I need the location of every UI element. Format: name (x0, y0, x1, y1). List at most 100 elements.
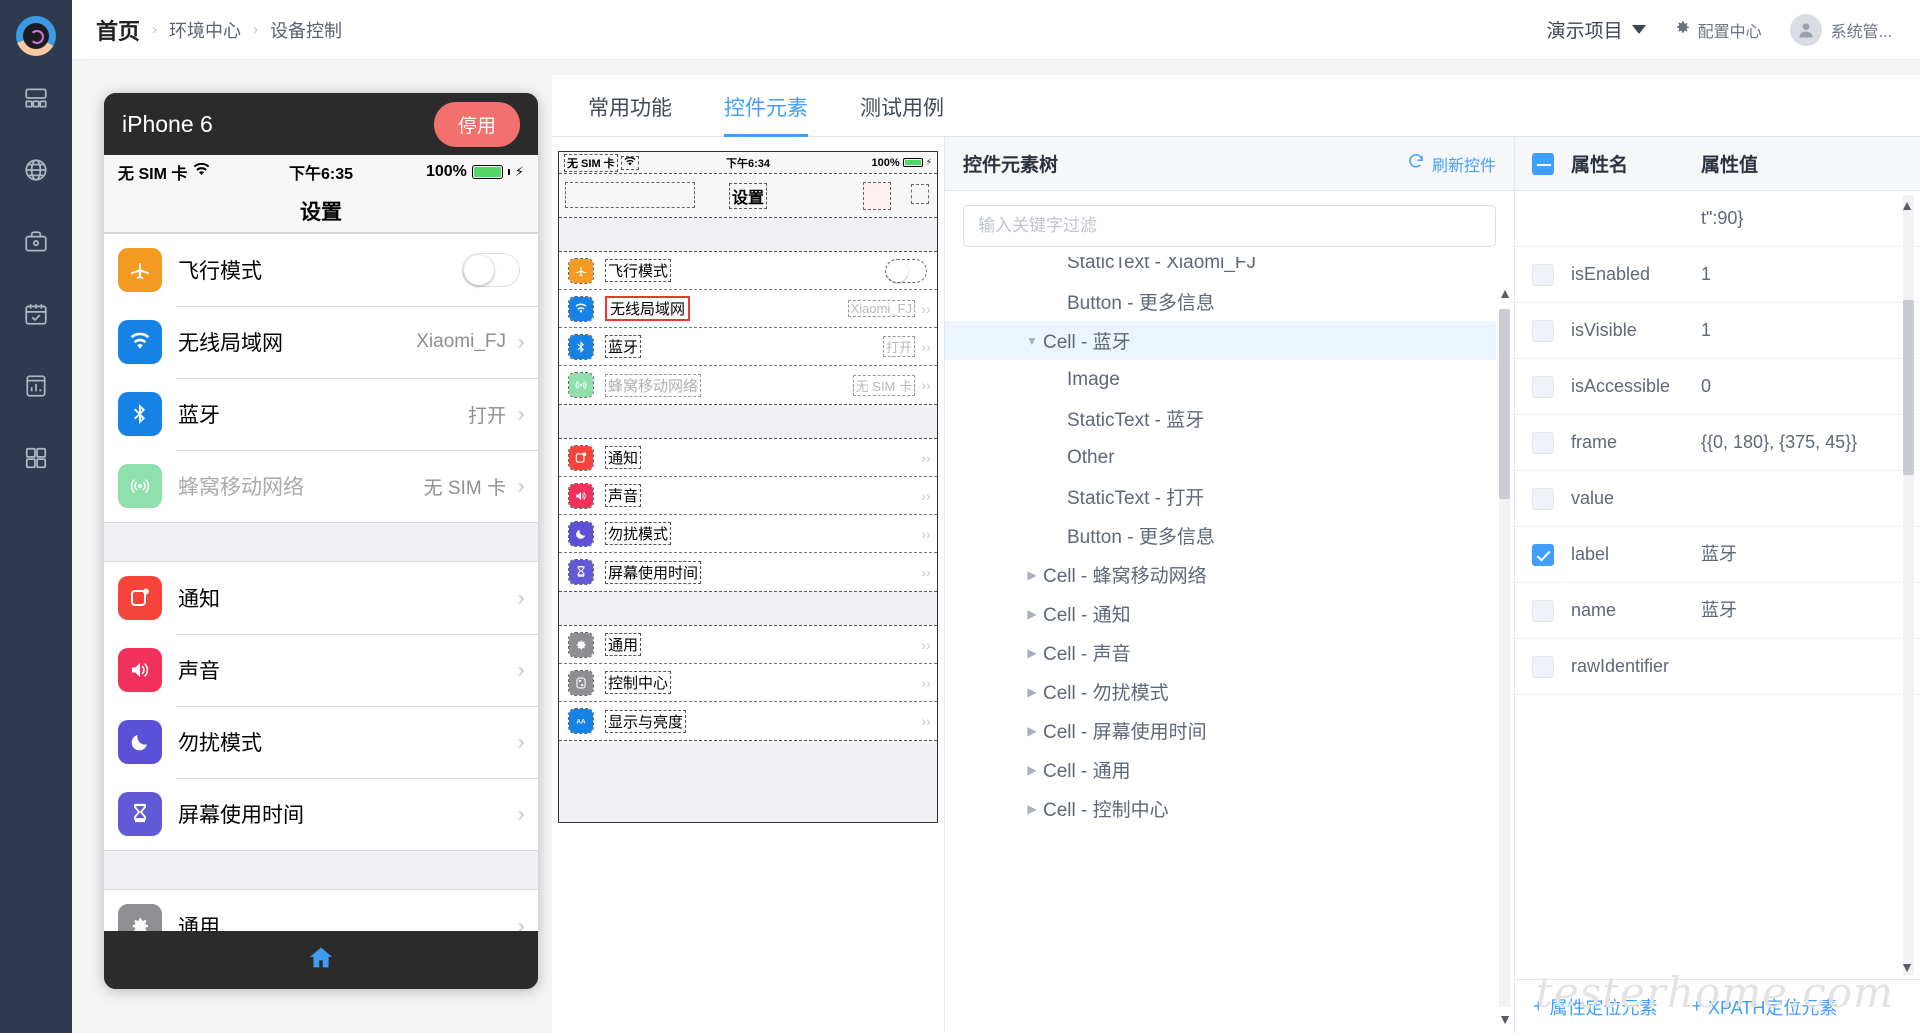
ios-settings-row[interactable]: 屏幕使用时间 › (104, 778, 538, 850)
overlay-row-label[interactable]: 飞行模式 (605, 259, 672, 282)
overlay-row-label[interactable]: 无线局域网 (605, 296, 691, 321)
search-input[interactable] (963, 205, 1496, 247)
tree-node[interactable]: Other (945, 438, 1496, 477)
properties-scrollbar-thumb[interactable] (1903, 300, 1914, 475)
tree-node[interactable]: StaticText - 蓝牙 (945, 399, 1496, 438)
property-checkbox[interactable] (1532, 543, 1554, 566)
tab-1[interactable]: 控件元素 (698, 92, 834, 137)
chevron-right-icon[interactable]: ▶ (1021, 607, 1043, 621)
overlay-settings-row[interactable]: 控制中心 ›› (559, 664, 937, 702)
ios-settings-row[interactable]: 通知 › (104, 562, 538, 634)
tree-node[interactable]: Image (945, 360, 1496, 399)
property-checkbox[interactable] (1532, 319, 1554, 342)
properties-scroll-up-arrow[interactable]: ▲ (1900, 197, 1914, 213)
tree-node[interactable]: Button - 更多信息 (945, 516, 1496, 555)
property-checkbox[interactable] (1532, 263, 1554, 286)
device-home-bar[interactable] (104, 931, 538, 989)
overlay-row-label[interactable]: 蓝牙 (605, 335, 642, 358)
sidebar-item-tasks[interactable] (0, 280, 72, 352)
overlay-settings-row[interactable]: 蜂窝移动网络 无 SIM 卡 ›› (559, 366, 937, 404)
chevron-right-icon[interactable]: ▶ (1021, 724, 1043, 738)
tab-2[interactable]: 测试用例 (834, 92, 970, 136)
overlay-row-label[interactable]: 屏幕使用时间 (605, 560, 702, 584)
refresh-elements-button[interactable]: 刷新控件 (1407, 152, 1496, 176)
property-row[interactable]: name 蓝牙 (1515, 583, 1920, 639)
property-row[interactable]: frame {{0, 180}, {375, 45}} (1515, 415, 1920, 471)
tree-node[interactable]: ▶ Cell - 控制中心 (945, 789, 1496, 828)
overlay-row-label[interactable]: 显示与亮度 (605, 709, 687, 733)
element-overlay-view[interactable]: 无 SIM 卡 下午6:34 100% ⚡ 设置 飞行模式 无线局域网 Xiao… (558, 151, 938, 823)
property-checkbox[interactable] (1532, 655, 1554, 678)
project-selector[interactable]: 演示项目 (1547, 16, 1646, 43)
tree-node[interactable]: ▶ Cell - 勿扰模式 (945, 672, 1496, 711)
tree-scrollbar-thumb[interactable] (1499, 309, 1510, 499)
property-row[interactable]: value (1515, 471, 1920, 527)
breadcrumb-level-2[interactable]: 设备控制 (270, 17, 342, 43)
ios-settings-row[interactable]: 勿扰模式 › (104, 706, 538, 778)
overlay-settings-row[interactable]: 飞行模式 (559, 252, 937, 290)
tab-0[interactable]: 常用功能 (562, 92, 698, 136)
tree-node[interactable]: StaticText - Xiaomi_FJ (945, 257, 1496, 282)
sidebar-item-toolbox[interactable] (0, 208, 72, 280)
property-row[interactable]: isEnabled 1 (1515, 247, 1920, 303)
overlay-settings-row[interactable]: 蓝牙 打开 ›› (559, 328, 937, 366)
ios-settings-row[interactable]: 蓝牙 打开 › (104, 378, 538, 450)
breadcrumb-level-1[interactable]: 环境中心 (169, 17, 241, 43)
select-all-checkbox[interactable] (1532, 152, 1554, 175)
property-row[interactable]: t":90} (1515, 191, 1920, 247)
tree-node[interactable]: ▶ Cell - 声音 (945, 633, 1496, 672)
ios-settings-row[interactable]: 通用 › (104, 890, 538, 931)
ios-settings-row[interactable]: 飞行模式 (104, 234, 538, 306)
tree-node[interactable]: Button - 更多信息 (945, 282, 1496, 321)
tree-node[interactable]: ▶ Cell - 屏幕使用时间 (945, 711, 1496, 750)
overlay-row-label[interactable]: 控制中心 (605, 671, 672, 694)
chevron-right-icon[interactable]: ▶ (1021, 568, 1043, 582)
property-checkbox[interactable] (1532, 431, 1554, 454)
chevron-down-icon[interactable]: ▼ (1021, 334, 1043, 348)
overlay-row-label[interactable]: 声音 (605, 484, 642, 507)
tree-scrollbar[interactable] (1499, 309, 1510, 1007)
chevron-right-icon[interactable]: ▶ (1021, 802, 1043, 816)
stop-button[interactable]: 停用 (433, 101, 520, 147)
ios-settings-row[interactable]: 无线局域网 Xiaomi_FJ › (104, 306, 538, 378)
property-checkbox[interactable] (1532, 599, 1554, 622)
tree-node[interactable]: ▶ Cell - 通用 (945, 750, 1496, 789)
tree-node[interactable]: StaticText - 打开 (945, 477, 1496, 516)
tree-scroll-up-arrow[interactable]: ▲ (1498, 285, 1512, 301)
overlay-settings-row[interactable]: 勿扰模式 ›› (559, 515, 937, 553)
overlay-row-label[interactable]: 勿扰模式 (605, 522, 672, 545)
overlay-row-label[interactable]: 通用 (605, 633, 642, 656)
tree-scroll-down-arrow[interactable]: ▼ (1498, 1011, 1512, 1027)
overlay-settings-row[interactable]: AA 显示与亮度 ›› (559, 702, 937, 740)
property-row[interactable]: label 蓝牙 (1515, 527, 1920, 583)
overlay-settings-row[interactable]: 屏幕使用时间 ›› (559, 553, 937, 591)
tree-node[interactable]: ▶ Cell - 蜂窝移动网络 (945, 555, 1496, 594)
properties-scrollbar[interactable] (1903, 195, 1914, 975)
overlay-settings-row[interactable]: 通知 ›› (559, 439, 937, 477)
user-menu[interactable]: 系统管... (1789, 13, 1892, 46)
sidebar-item-network[interactable] (0, 136, 72, 208)
ios-settings-row[interactable]: 蜂窝移动网络 无 SIM 卡 › (104, 450, 538, 522)
chevron-right-icon[interactable]: ▶ (1021, 685, 1043, 699)
overlay-settings-row[interactable]: 通用 ›› (559, 626, 937, 664)
breadcrumb-home[interactable]: 首页 (96, 14, 140, 46)
tree-node[interactable]: ▶ Cell - 通知 (945, 594, 1496, 633)
property-row[interactable]: isVisible 1 (1515, 303, 1920, 359)
ios-settings-row[interactable]: 声音 › (104, 634, 538, 706)
overlay-settings-row[interactable]: 无线局域网 Xiaomi_FJ ›› (559, 290, 937, 328)
device-screen[interactable]: 无 SIM 卡 下午6:35 100% ⚡ 设置 飞行模式 无线局域网 Xiaomi… (104, 155, 538, 931)
sidebar-item-apps[interactable] (0, 424, 72, 496)
overlay-settings-row[interactable]: 声音 ›› (559, 477, 937, 515)
overlay-row-label[interactable]: 通知 (605, 446, 642, 469)
overlay-row-switch[interactable] (885, 258, 927, 283)
config-center-link[interactable]: 配置中心 (1674, 18, 1762, 42)
overlay-row-label[interactable]: 蜂窝移动网络 (605, 373, 702, 397)
property-row[interactable]: rawIdentifier (1515, 639, 1920, 695)
chevron-right-icon[interactable]: ▶ (1021, 763, 1043, 777)
properties-scroll-down-arrow[interactable]: ▼ (1900, 959, 1914, 975)
property-checkbox[interactable] (1532, 375, 1554, 398)
chevron-right-icon[interactable]: ▶ (1021, 646, 1043, 660)
ios-row-switch[interactable] (462, 253, 520, 287)
sidebar-item-devices[interactable] (0, 64, 72, 136)
property-checkbox[interactable] (1532, 487, 1554, 510)
